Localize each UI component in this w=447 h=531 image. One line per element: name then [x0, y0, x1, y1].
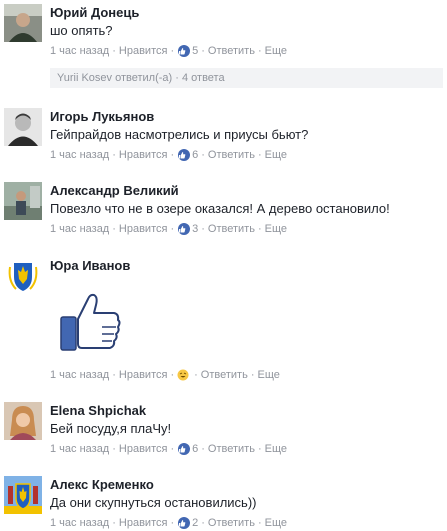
like-link[interactable]: Нравится [119, 44, 168, 58]
comment-author[interactable]: Александр Великий [50, 182, 179, 199]
comment-time[interactable]: 1 час назад [50, 368, 109, 382]
separator: · [201, 517, 205, 529]
more-link[interactable]: Еще [265, 516, 287, 530]
more-link[interactable]: Еще [265, 148, 287, 162]
reaction-count[interactable]: 3 [192, 222, 198, 236]
reaction-count[interactable]: 6 [192, 148, 198, 162]
comment-meta: 1 час назад · Нравится · · Ответить · Ещ… [50, 368, 280, 382]
reply-link[interactable]: Ответить [208, 222, 255, 236]
comment: Юрий Донець шо опять? 1 час назад · Нрав… [0, 4, 447, 68]
more-link[interactable]: Еще [265, 222, 287, 236]
reply-link[interactable]: Ответить [208, 442, 255, 456]
comment: Алекс Кременко Да они скупнуться останов… [0, 476, 447, 530]
comment-time[interactable]: 1 час назад [50, 516, 109, 530]
reaction-count[interactable]: 6 [192, 442, 198, 456]
separator: · [257, 149, 262, 161]
separator: · [170, 45, 175, 57]
comment-text: Бей посуду,я плаЧу! [50, 421, 172, 436]
coat-of-arms-icon [4, 257, 42, 295]
avatar[interactable] [4, 257, 42, 295]
avatar[interactable] [4, 182, 42, 220]
like-reaction-icon[interactable] [178, 517, 191, 529]
more-link[interactable]: Еще [265, 44, 287, 58]
separator: · [201, 149, 205, 161]
reaction-count[interactable]: 5 [192, 44, 198, 58]
comment-meta: 1 час назад · Нравится · 5 · Ответить · … [50, 44, 443, 58]
like-link[interactable]: Нравится [119, 368, 168, 382]
comment-meta: 1 час назад · Нравится · 6 · Ответить · … [50, 442, 443, 456]
reply-link[interactable]: Ответить [208, 148, 255, 162]
separator: · [201, 223, 205, 235]
user-photo-icon [4, 402, 42, 440]
avatar[interactable] [4, 402, 42, 440]
separator: · [201, 45, 205, 57]
comment: Александр Великий Повезло что не в озере… [0, 182, 447, 242]
comment: Игорь Лукьянов Гейпрайдов насмотрелись и… [0, 108, 447, 168]
comment-meta: 1 час назад · Нравится · 2 · Ответить · … [50, 516, 443, 530]
separator: · [170, 369, 175, 381]
comment-text: Да они скупнуться остановились)) [50, 495, 257, 510]
comment-time[interactable]: 1 час назад [50, 148, 109, 162]
reply-link[interactable]: Ответить [208, 44, 255, 58]
separator: · [170, 149, 175, 161]
replies-count[interactable]: 4 ответа [182, 72, 225, 84]
avatar[interactable] [4, 4, 42, 42]
reply-author[interactable]: Yurii Kosev [57, 72, 112, 84]
separator: · [170, 223, 175, 235]
coat-of-arms-icon [4, 476, 42, 514]
separator: · [112, 443, 116, 455]
separator: · [201, 443, 205, 455]
replies-bar[interactable]: Yurii Kosev ответил(-а) · 4 ответа [50, 68, 443, 88]
comment: Elena Shpichak Бей посуду,я плаЧу! 1 час… [0, 402, 447, 462]
separator: · [112, 149, 116, 161]
comment-time[interactable]: 1 час назад [50, 442, 109, 456]
thumbs-up-sticker-icon [58, 291, 124, 358]
separator: · [170, 443, 175, 455]
separator: · [112, 369, 116, 381]
user-photo-icon [4, 182, 42, 220]
comment-time[interactable]: 1 час назад [50, 44, 109, 58]
comment-text: шо опять? [50, 23, 113, 38]
separator: · [112, 517, 116, 529]
separator: · [194, 369, 198, 381]
like-reaction-icon[interactable] [178, 45, 191, 57]
comment-meta: 1 час назад · Нравится · 6 · Ответить · … [50, 148, 443, 162]
reply-link[interactable]: Ответить [201, 368, 248, 382]
haha-reaction-icon[interactable] [177, 369, 189, 381]
like-reaction-icon[interactable] [178, 223, 191, 235]
more-link[interactable]: Еще [258, 368, 280, 382]
more-link[interactable]: Еще [265, 442, 287, 456]
separator: · [257, 45, 262, 57]
comment-author[interactable]: Юрий Донець [50, 4, 139, 21]
separator: · [112, 45, 116, 57]
reply-action: ответил(-а) [115, 72, 173, 84]
separator: · [257, 223, 262, 235]
reply-link[interactable]: Ответить [208, 516, 255, 530]
user-photo-icon [4, 108, 42, 146]
separator: · [257, 517, 262, 529]
separator: · [170, 517, 175, 529]
like-link[interactable]: Нравится [119, 148, 168, 162]
user-photo-icon [4, 4, 42, 42]
avatar[interactable] [4, 108, 42, 146]
comment-author[interactable]: Elena Shpichak [50, 402, 146, 419]
avatar[interactable] [4, 476, 42, 514]
separator: · [175, 72, 179, 84]
comment-text: Повезло что не в озере оказался! А дерев… [50, 201, 390, 216]
comment-author[interactable]: Игорь Лукьянов [50, 108, 154, 125]
separator: · [250, 369, 255, 381]
comment-text: Гейпрайдов насмотрелись и приусы бьют? [50, 127, 309, 142]
comment-author[interactable]: Алекс Кременко [50, 476, 154, 493]
separator: · [257, 443, 262, 455]
like-link[interactable]: Нравится [119, 516, 168, 530]
separator: · [112, 223, 116, 235]
comment-author[interactable]: Юра Иванов [50, 257, 130, 274]
like-reaction-icon[interactable] [178, 443, 191, 455]
comment-meta: 1 час назад · Нравится · 3 · Ответить · … [50, 222, 443, 236]
like-link[interactable]: Нравится [119, 442, 168, 456]
like-link[interactable]: Нравится [119, 222, 168, 236]
comment-time[interactable]: 1 час назад [50, 222, 109, 236]
reaction-count[interactable]: 2 [192, 516, 198, 530]
like-reaction-icon[interactable] [178, 149, 191, 161]
